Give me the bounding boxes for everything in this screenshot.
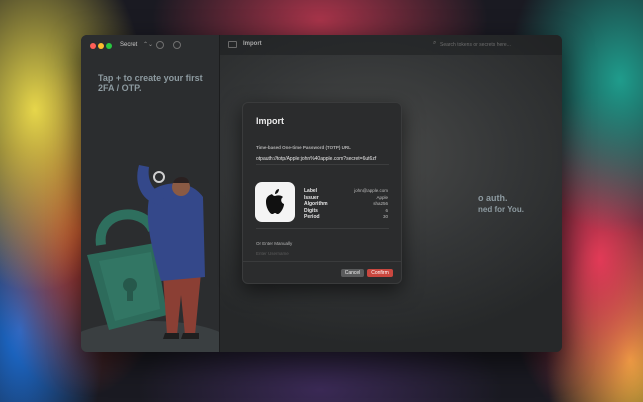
- minimize-window-button[interactable]: [98, 43, 104, 49]
- url-underline: [256, 164, 389, 165]
- dialog-divider: [256, 228, 389, 229]
- chevron-updown-icon[interactable]: ⌃⌄: [143, 41, 153, 48]
- plus-icon[interactable]: [156, 41, 164, 49]
- sidebar-toggle-icon[interactable]: [228, 41, 237, 48]
- sidebar-toolbar: Secret ⌃⌄: [81, 35, 219, 55]
- zoom-window-button[interactable]: [106, 43, 112, 49]
- empty-state-prompt: Tap + to create your first 2FA / OTP.: [98, 73, 203, 93]
- search-input[interactable]: [440, 40, 552, 49]
- manual-username-field[interactable]: Enter Username: [256, 251, 289, 256]
- person-hair: [173, 177, 189, 183]
- app-icon-tile: [255, 182, 295, 222]
- padlock-shackle: [95, 209, 158, 246]
- totp-url-input[interactable]: [255, 154, 397, 163]
- sidebar: Secret ⌃⌄ Tap + to create your first 2FA…: [81, 35, 220, 352]
- background-tagline-1: o auth.: [478, 193, 508, 203]
- dialog-title: Import: [256, 116, 284, 126]
- confirm-button[interactable]: Confirm: [367, 269, 393, 277]
- manual-entry-label: Or Enter Manually: [256, 241, 293, 246]
- search-icon: ⌕: [433, 40, 437, 46]
- person-arm: [137, 165, 165, 205]
- totp-url-label: Time-based One-time Password (TOTP) URL: [256, 145, 351, 150]
- gear-icon[interactable]: [173, 41, 181, 49]
- import-dialog: Import Time-based One-time Password (TOT…: [242, 102, 402, 284]
- info-row-period: Period 30: [304, 214, 388, 220]
- secret-type-select[interactable]: Secret: [120, 42, 137, 48]
- apple-logo-icon: [266, 189, 284, 214]
- security-illustration: [81, 165, 219, 352]
- close-window-button[interactable]: [90, 43, 96, 49]
- person-shoe-left: [163, 333, 179, 339]
- person-shoe-right: [181, 333, 199, 339]
- cancel-button[interactable]: Cancel: [341, 269, 364, 277]
- background-tagline-2: ned for You.: [478, 205, 524, 214]
- main-title: Import: [243, 41, 262, 47]
- key-icon: [153, 171, 165, 183]
- dialog-footer-divider: [243, 261, 401, 262]
- keyhole-slot: [127, 287, 133, 301]
- main-toolbar: Import ⌕: [220, 35, 562, 55]
